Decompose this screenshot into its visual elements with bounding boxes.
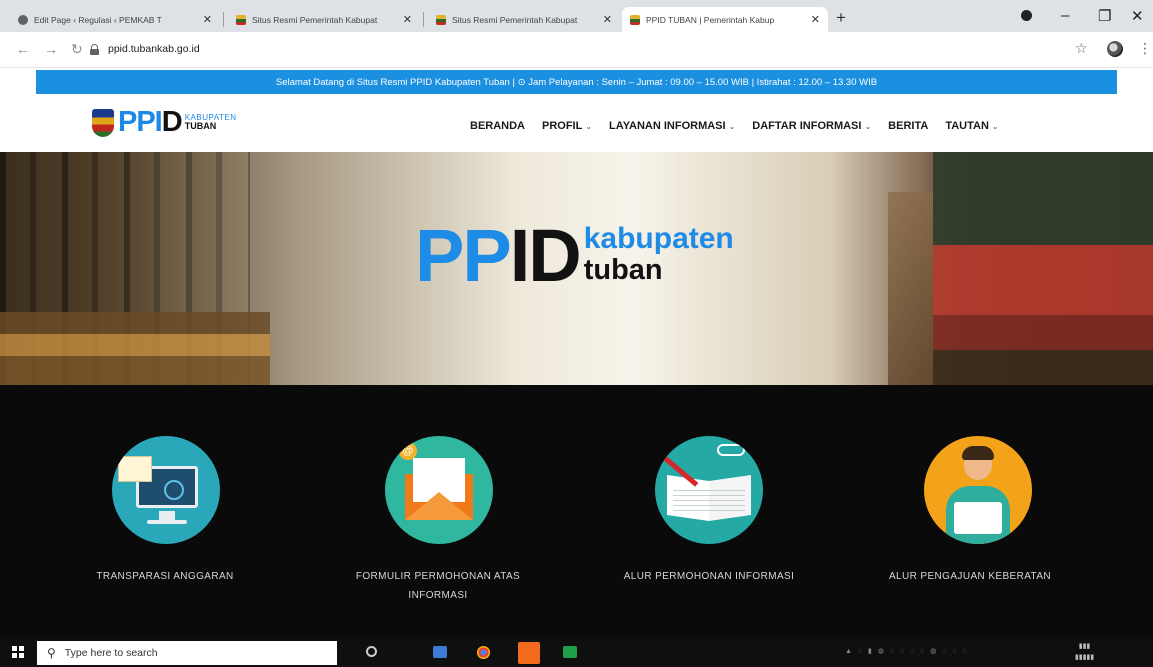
search-placeholder: Type here to search: [64, 647, 158, 659]
nav-item-tautan[interactable]: TAUTAN ⌄: [945, 120, 998, 132]
profile-icon[interactable]: [1021, 10, 1032, 21]
lock-icon[interactable]: [90, 43, 99, 55]
taskbar: ⚲ Type here to search ▲ ◌ ▮ ◍ ◌ ◌ ◌ ◌ ◍ …: [0, 637, 1153, 667]
hero-wordmark: PPID: [415, 218, 582, 292]
services-section: TRANSPARASI ANGGARAN @ FORMULIR PERMOHON…: [0, 385, 1153, 637]
tab-divider: [223, 12, 224, 27]
person-laptop-icon[interactable]: [924, 436, 1032, 544]
excel-icon[interactable]: [563, 646, 577, 658]
bookshelf-right-image: [933, 152, 1153, 385]
books-right-image: [888, 192, 933, 385]
service-label[interactable]: FORMULIR PERMOHONAN ATAS INFORMASI: [338, 567, 538, 605]
envelope-form-icon[interactable]: @: [385, 436, 493, 544]
restore-icon[interactable]: ❐: [1098, 7, 1111, 25]
back-icon[interactable]: ←: [16, 41, 30, 57]
search-icon: ⚲: [47, 646, 56, 660]
nav-label: DAFTAR INFORMASI: [752, 120, 862, 132]
monitor-budget-icon[interactable]: [112, 436, 220, 544]
nav-item-daftar-informasi[interactable]: DAFTAR INFORMASI ⌄: [752, 120, 871, 132]
browser-tab-active[interactable]: PPID TUBAN | Pemerintah Kabup ✕: [622, 7, 828, 32]
forward-icon[interactable]: →: [44, 41, 58, 57]
tab-title: Situs Resmi Pemerintah Kabupat: [452, 14, 578, 25]
account-avatar-icon[interactable]: [1107, 41, 1123, 57]
close-icon[interactable]: ✕: [811, 13, 820, 26]
site-header: PPID KABUPATEN TUBAN BERANDA PROFIL ⌄ LAY…: [0, 96, 1153, 152]
cortana-icon[interactable]: [366, 646, 377, 657]
service-formulir-permohonan[interactable]: @ FORMULIR PERMOHONAN ATAS INFORMASI: [323, 385, 553, 637]
hero-banner: PPID kabupaten tuban: [0, 152, 1153, 385]
open-book-icon[interactable]: [655, 436, 763, 544]
books-left-image: [0, 312, 270, 385]
service-label[interactable]: TRANSPARASI ANGGARAN: [50, 567, 280, 586]
new-tab-button[interactable]: +: [836, 8, 846, 28]
logo-wordmark: PPID: [118, 106, 183, 138]
service-label[interactable]: ALUR PERMOHONAN INFORMASI: [594, 567, 824, 586]
hero-logo: PPID kabupaten tuban: [415, 218, 734, 292]
main-navigation: BERANDA PROFIL ⌄ LAYANAN INFORMASI ⌄ DAFTA…: [470, 120, 1016, 132]
chevron-down-icon: ⌄: [585, 121, 593, 131]
logo-subtitle: KABUPATEN TUBAN: [185, 114, 237, 131]
browser-tab-strip: Edit Page ‹ Regulasi ‹ PEMKAB T ✕ Situs …: [0, 0, 1153, 32]
close-icon[interactable]: ✕: [203, 13, 212, 26]
site-logo[interactable]: PPID KABUPATEN TUBAN: [92, 108, 236, 137]
tab-title: Situs Resmi Pemerintah Kabupat: [252, 14, 378, 25]
chevron-down-icon: ⌄: [864, 121, 872, 131]
logo-d-text: D: [161, 106, 183, 138]
browser-toolbar: ← → ↻ ppid.tubankab.go.id ☆ ⋮: [0, 32, 1153, 68]
tuban-favicon-icon: [436, 14, 446, 25]
logo-tuban-text: TUBAN: [184, 121, 217, 131]
file-explorer-icon[interactable]: [433, 646, 447, 658]
url-text: ppid.tubankab.go.id: [108, 43, 200, 55]
minimize-icon[interactable]: –: [1061, 7, 1069, 24]
window-close-icon[interactable]: ✕: [1131, 7, 1144, 25]
service-alur-keberatan[interactable]: ALUR PENGAJUAN KEBERATAN: [855, 385, 1085, 637]
menu-kebab-icon[interactable]: ⋮: [1138, 40, 1152, 57]
edit-favicon-icon: [18, 14, 28, 25]
hero-pp-text: PP: [415, 213, 512, 297]
service-transparasi-anggaran[interactable]: TRANSPARASI ANGGARAN: [50, 385, 280, 637]
service-label[interactable]: ALUR PENGAJUAN KEBERATAN: [855, 567, 1085, 586]
nav-item-berita[interactable]: BERITA: [888, 120, 928, 132]
hero-id-text: ID: [509, 213, 582, 297]
windows-start-icon[interactable]: [12, 646, 24, 658]
tuban-favicon-icon: [236, 14, 246, 25]
announcement-bar: Selamat Datang di Situs Resmi PPID Kabup…: [36, 70, 1117, 94]
chrome-icon[interactable]: [477, 646, 490, 659]
nav-label: BERANDA: [470, 120, 525, 132]
app-orange-icon[interactable]: [518, 642, 540, 664]
tuban-favicon-icon: [630, 14, 640, 25]
browser-tab[interactable]: Situs Resmi Pemerintah Kabupat ✕: [428, 7, 620, 32]
system-clock[interactable]: ▮▮▮ ▮▮▮▮▮: [1075, 641, 1094, 663]
tab-title: Edit Page ‹ Regulasi ‹ PEMKAB T: [34, 14, 162, 25]
nav-label: TAUTAN: [945, 120, 989, 132]
close-icon[interactable]: ✕: [403, 13, 412, 26]
hero-kabupaten-text: kabupaten: [583, 222, 734, 255]
hero-subtitle: kabupaten tuban: [584, 224, 734, 285]
nav-label: BERITA: [888, 120, 929, 132]
address-bar[interactable]: ppid.tubankab.go.id: [90, 37, 1090, 61]
announcement-text: Selamat Datang di Situs Resmi PPID Kabup…: [275, 76, 878, 88]
browser-tab[interactable]: Edit Page ‹ Regulasi ‹ PEMKAB T ✕: [10, 7, 220, 32]
service-alur-permohonan[interactable]: ALUR PERMOHONAN INFORMASI: [594, 385, 824, 637]
logo-ppi-text: PPI: [118, 106, 163, 138]
bookmark-star-icon[interactable]: ☆: [1075, 40, 1088, 57]
close-icon[interactable]: ✕: [603, 13, 612, 26]
tab-divider: [423, 12, 424, 27]
chevron-down-icon: ⌄: [991, 121, 999, 131]
nav-label: LAYANAN INFORMASI: [609, 120, 726, 132]
nav-item-profil[interactable]: PROFIL ⌄: [542, 120, 592, 132]
hero-tuban-text: tuban: [583, 254, 663, 286]
tab-title: PPID TUBAN | Pemerintah Kabup: [646, 14, 775, 25]
tuban-emblem-icon: [92, 108, 114, 137]
reload-icon[interactable]: ↻: [71, 41, 83, 58]
chevron-down-icon: ⌄: [728, 121, 736, 131]
system-tray[interactable]: ▲ ◌ ▮ ◍ ◌ ◌ ◌ ◌ ◍ ◌ ◌ ◌: [845, 647, 969, 655]
nav-item-beranda[interactable]: BERANDA: [470, 120, 525, 132]
taskbar-search-input[interactable]: ⚲ Type here to search: [37, 641, 337, 665]
nav-item-layanan-informasi[interactable]: LAYANAN INFORMASI ⌄: [609, 120, 735, 132]
nav-label: PROFIL: [542, 120, 583, 132]
browser-tab[interactable]: Situs Resmi Pemerintah Kabupat ✕: [228, 7, 420, 32]
